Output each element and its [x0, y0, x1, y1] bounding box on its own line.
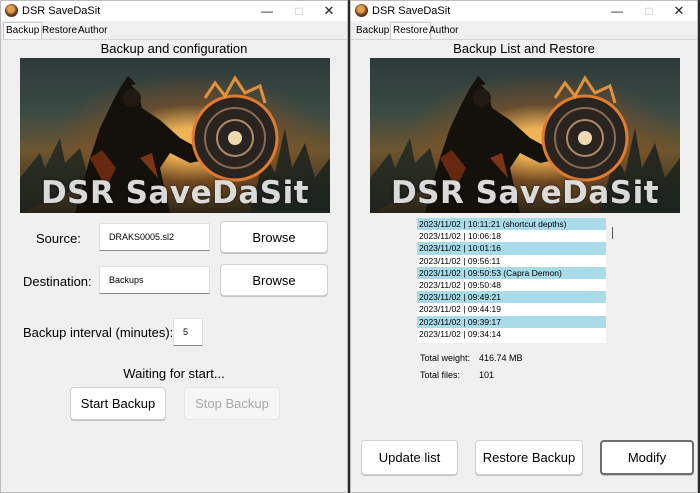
- update-list-button[interactable]: Update list: [361, 440, 458, 475]
- page-title: Backup List and Restore: [453, 41, 595, 56]
- close-icon[interactable]: ✕: [663, 1, 695, 21]
- page-title: Backup and configuration: [100, 41, 248, 56]
- tab-restore[interactable]: Restore: [40, 24, 79, 38]
- minimize-icon[interactable]: —: [601, 1, 633, 21]
- destination-label: Destination:: [23, 274, 92, 289]
- tab-backup[interactable]: Backup: [3, 22, 43, 39]
- interval-label: Backup interval (minutes):: [23, 325, 174, 340]
- stop-backup-button[interactable]: Stop Backup: [184, 387, 280, 420]
- tab-bar: Backup Restore Author: [351, 22, 697, 40]
- banner-image: DSR SaveDaSit: [20, 58, 330, 213]
- list-item[interactable]: 2023/11/02 | 09:50:53 (Capra Demon): [417, 266, 606, 279]
- start-backup-button[interactable]: Start Backup: [70, 387, 166, 420]
- tab-bar: Backup Restore Author: [1, 22, 347, 40]
- total-files-label: Total files:: [420, 370, 461, 380]
- restore-backup-button[interactable]: Restore Backup: [475, 440, 583, 475]
- source-label: Source:: [36, 231, 81, 246]
- total-weight-label: Total weight:: [420, 353, 471, 363]
- list-item[interactable]: 2023/11/02 | 09:50:48: [417, 279, 606, 291]
- maximize-icon[interactable]: □: [633, 1, 665, 21]
- browse-destination-button[interactable]: Browse: [220, 264, 328, 296]
- tab-author[interactable]: Author: [427, 24, 460, 38]
- list-item[interactable]: 2023/11/02 | 09:44:19: [417, 303, 606, 315]
- status-text: Waiting for start...: [123, 366, 225, 381]
- list-item[interactable]: 2023/11/02 | 10:11:21 (shortcut depths): [417, 218, 606, 231]
- total-files-value: 101: [479, 370, 495, 380]
- text-cursor: [612, 227, 613, 239]
- backup-window: DSR SaveDaSit — □ ✕ Backup Restore Autho…: [0, 0, 348, 493]
- banner-caption: DSR SaveDaSit: [40, 175, 310, 211]
- source-field[interactable]: DRAKS0005.sl2: [99, 223, 210, 251]
- banner-image: DSR SaveDaSit: [370, 58, 680, 213]
- maximize-icon[interactable]: □: [283, 1, 315, 21]
- list-item[interactable]: 2023/11/02 | 09:34:14: [417, 328, 606, 340]
- modify-button[interactable]: Modify: [600, 440, 694, 475]
- list-item[interactable]: 2023/11/02 | 10:01:16: [417, 242, 606, 255]
- tab-restore[interactable]: Restore: [390, 22, 432, 39]
- dark-souls-app-icon: [355, 4, 368, 17]
- banner-caption: DSR SaveDaSit: [390, 175, 660, 211]
- destination-field[interactable]: Backups: [99, 266, 210, 294]
- tab-backup[interactable]: Backup: [354, 24, 391, 38]
- tab-author[interactable]: Author: [76, 24, 109, 38]
- close-icon[interactable]: ✕: [313, 1, 345, 21]
- title-bar[interactable]: DSR SaveDaSit — □ ✕: [1, 1, 347, 21]
- interval-field[interactable]: 5: [173, 318, 203, 346]
- list-item[interactable]: 2023/11/02 | 10:06:18: [417, 230, 606, 242]
- backup-list[interactable]: 2023/11/02 | 10:11:21 (shortcut depths) 2…: [417, 218, 606, 343]
- list-item[interactable]: 2023/11/02 | 09:49:21: [417, 291, 606, 304]
- window-title: DSR SaveDaSit: [22, 5, 101, 17]
- window-title: DSR SaveDaSit: [372, 5, 451, 17]
- minimize-icon[interactable]: —: [251, 1, 283, 21]
- list-item[interactable]: 2023/11/02 | 09:56:11: [417, 255, 606, 267]
- total-weight-value: 416.74 MB: [479, 353, 523, 363]
- dark-souls-app-icon: [5, 4, 18, 17]
- title-bar[interactable]: DSR SaveDaSit — □ ✕: [351, 1, 697, 21]
- list-item[interactable]: 2023/11/02 | 09:39:17: [417, 315, 606, 328]
- browse-source-button[interactable]: Browse: [220, 221, 328, 253]
